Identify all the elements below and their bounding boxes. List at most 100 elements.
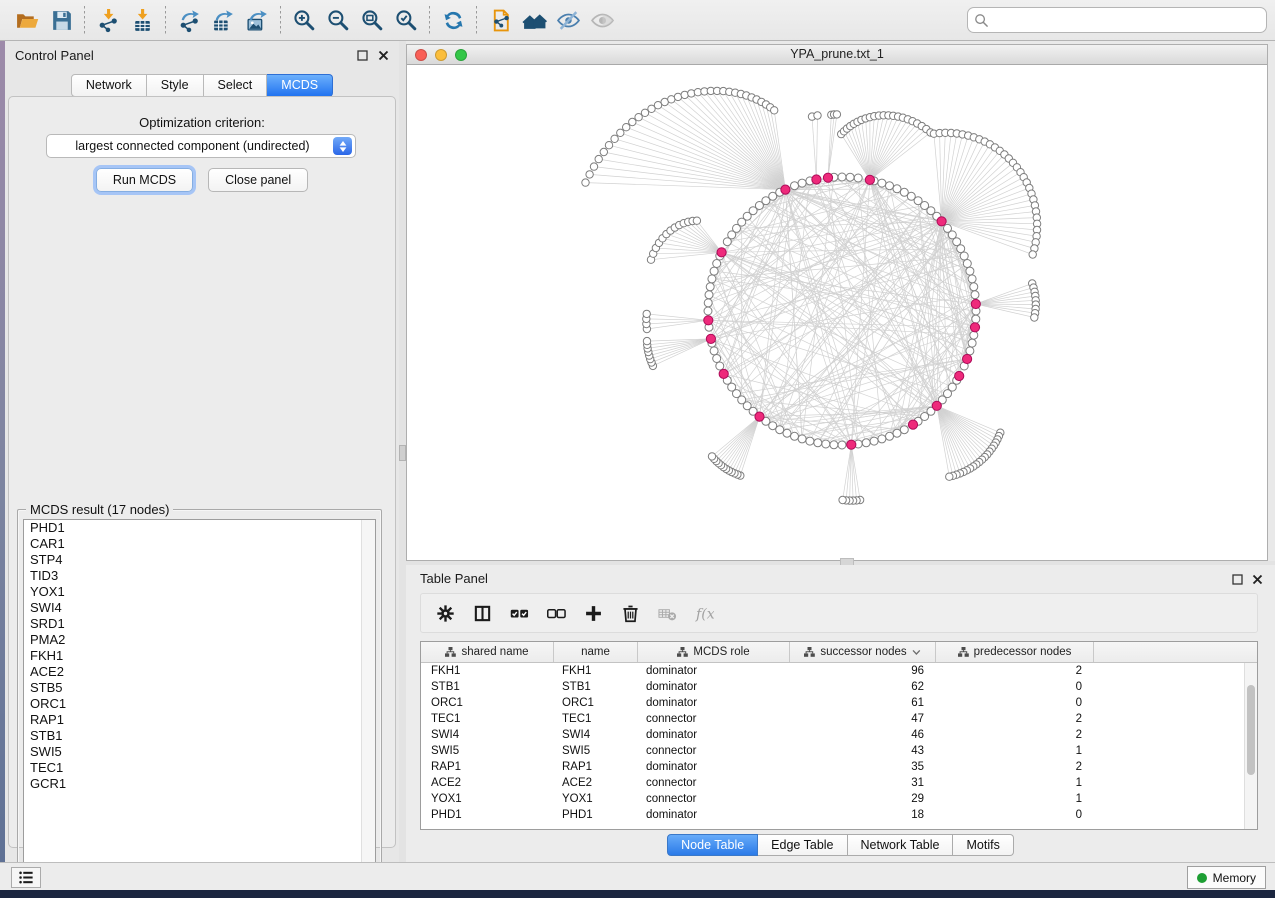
- network-node[interactable]: [710, 347, 718, 355]
- export-image-button[interactable]: [240, 5, 274, 35]
- zoom-in-button[interactable]: [287, 5, 321, 35]
- mcds-result-item[interactable]: STB1: [24, 728, 375, 744]
- columns-button[interactable]: [468, 600, 496, 626]
- tab-network-table[interactable]: Network Table: [848, 834, 954, 856]
- hide-eye-button[interactable]: [551, 5, 585, 35]
- network-node[interactable]: [798, 435, 806, 443]
- network-node[interactable]: [833, 111, 840, 118]
- network-node[interactable]: [716, 362, 724, 370]
- network-node[interactable]: [713, 260, 721, 268]
- table-row[interactable]: TEC1TEC1connector472: [421, 711, 1257, 727]
- network-node[interactable]: [708, 453, 715, 460]
- mcds-node[interactable]: [719, 369, 728, 378]
- network-node[interactable]: [582, 179, 589, 186]
- network-node[interactable]: [1031, 314, 1038, 321]
- mcds-node[interactable]: [908, 420, 917, 429]
- mcds-result-item[interactable]: FKH1: [24, 648, 375, 664]
- table-row[interactable]: RAP1RAP1dominator352: [421, 759, 1257, 775]
- network-window-titlebar[interactable]: YPA_prune.txt_1: [407, 45, 1267, 65]
- mcds-result-item[interactable]: STB5: [24, 680, 375, 696]
- network-node[interactable]: [590, 163, 597, 170]
- close-panel-button[interactable]: Close panel: [208, 168, 308, 192]
- task-history-button[interactable]: [11, 867, 41, 888]
- network-node[interactable]: [783, 429, 791, 437]
- table-row[interactable]: ORC1ORC1dominator610: [421, 695, 1257, 711]
- table-scrollbar-thumb[interactable]: [1247, 685, 1255, 775]
- float-table-panel-icon[interactable]: [1232, 572, 1243, 590]
- network-node[interactable]: [830, 441, 838, 449]
- zoom-fit-button[interactable]: [355, 5, 389, 35]
- export-network-button[interactable]: [172, 5, 206, 35]
- network-node[interactable]: [971, 291, 979, 299]
- network-canvas[interactable]: [407, 64, 1267, 560]
- mcds-node[interactable]: [717, 248, 726, 257]
- table-row[interactable]: YOX1YOX1connector291: [421, 791, 1257, 807]
- mcds-result-item[interactable]: SWI5: [24, 744, 375, 760]
- mcds-result-item[interactable]: YOX1: [24, 584, 375, 600]
- network-node[interactable]: [708, 275, 716, 283]
- mcds-result-item[interactable]: SWI4: [24, 600, 375, 616]
- network-node[interactable]: [846, 173, 854, 181]
- tab-node-table[interactable]: Node Table: [667, 834, 758, 856]
- mcds-result-item[interactable]: CAR1: [24, 536, 375, 552]
- network-node[interactable]: [893, 429, 901, 437]
- close-panel-icon[interactable]: [377, 49, 389, 61]
- network-node[interactable]: [798, 179, 806, 187]
- memory-button[interactable]: Memory: [1187, 866, 1266, 889]
- network-node[interactable]: [893, 185, 901, 193]
- table-row[interactable]: STB1STB1dominator620: [421, 679, 1257, 695]
- network-node[interactable]: [791, 182, 799, 190]
- zoom-out-button[interactable]: [321, 5, 355, 35]
- table-row[interactable]: ACE2ACE2connector311: [421, 775, 1257, 791]
- deselect-all-button[interactable]: [542, 600, 570, 626]
- network-node[interactable]: [838, 173, 846, 181]
- network-node[interactable]: [595, 155, 602, 162]
- network-node[interactable]: [705, 291, 713, 299]
- tab-edge-table[interactable]: Edge Table: [758, 834, 847, 856]
- mcds-result-item[interactable]: ORC1: [24, 696, 375, 712]
- network-node[interactable]: [886, 432, 894, 440]
- mcds-result-item[interactable]: TEC1: [24, 760, 375, 776]
- network-node[interactable]: [886, 182, 894, 190]
- mcds-result-item[interactable]: SRD1: [24, 616, 375, 632]
- column-header-predecessor_nodes[interactable]: predecessor nodes: [936, 642, 1094, 662]
- network-node[interactable]: [771, 107, 778, 114]
- table-scrollbar[interactable]: [1244, 663, 1257, 829]
- mcds-result-item[interactable]: ACE2: [24, 664, 375, 680]
- network-node[interactable]: [706, 283, 714, 291]
- mcds-node[interactable]: [970, 323, 979, 332]
- network-node[interactable]: [605, 142, 612, 149]
- select-all-button[interactable]: [505, 600, 533, 626]
- add-row-button[interactable]: [579, 600, 607, 626]
- criterion-select[interactable]: largest connected component (undirected): [46, 134, 356, 158]
- mcds-node[interactable]: [812, 175, 821, 184]
- tab-mcds[interactable]: MCDS: [267, 74, 333, 97]
- mcds-result-item[interactable]: TID3: [24, 568, 375, 584]
- network-node[interactable]: [968, 339, 976, 347]
- network-node[interactable]: [814, 112, 821, 119]
- network-node[interactable]: [972, 315, 980, 323]
- home-button[interactable]: [517, 5, 551, 35]
- network-node[interactable]: [806, 437, 814, 445]
- column-header-name[interactable]: name: [554, 642, 638, 662]
- export-table-button[interactable]: [206, 5, 240, 35]
- share-document-button[interactable]: [483, 5, 517, 35]
- column-header-mcds_role[interactable]: MCDS role: [638, 642, 790, 662]
- network-node[interactable]: [611, 135, 618, 142]
- table-row[interactable]: PHD1PHD1dominator180: [421, 807, 1257, 823]
- network-node[interactable]: [791, 432, 799, 440]
- zoom-selected-button[interactable]: [389, 5, 423, 35]
- network-node[interactable]: [963, 260, 971, 268]
- network-node[interactable]: [900, 426, 908, 434]
- import-network-button[interactable]: [91, 5, 125, 35]
- network-node[interactable]: [862, 439, 870, 447]
- mcds-node[interactable]: [963, 354, 972, 363]
- network-node[interactable]: [704, 307, 712, 315]
- mcds-node[interactable]: [781, 185, 790, 194]
- network-node[interactable]: [586, 171, 593, 178]
- network-node[interactable]: [960, 252, 968, 260]
- network-node[interactable]: [822, 440, 830, 448]
- delete-row-button[interactable]: [616, 600, 644, 626]
- network-node[interactable]: [957, 245, 965, 253]
- float-panel-icon[interactable]: [356, 49, 368, 61]
